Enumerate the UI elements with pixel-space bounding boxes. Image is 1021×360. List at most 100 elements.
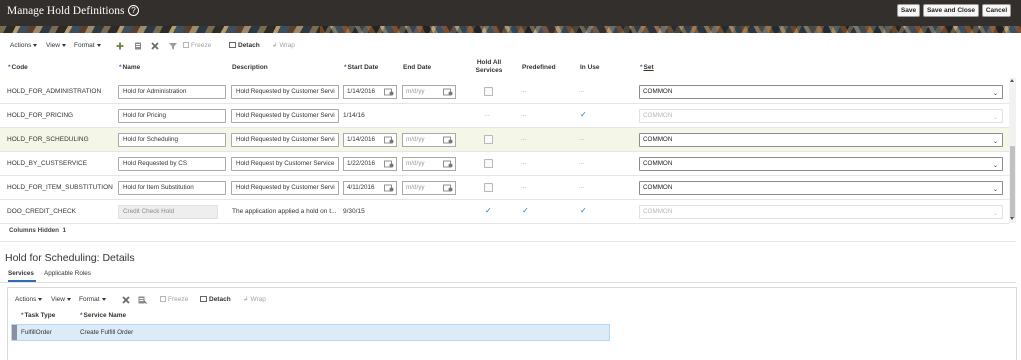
detach-label: Detach — [209, 296, 231, 303]
hold-all-services-checkbox[interactable] — [484, 159, 493, 168]
scroll-up-icon[interactable] — [1010, 79, 1014, 82]
predefined-value: ... — [521, 87, 527, 94]
save-button-label: Save — [900, 7, 917, 14]
name-field[interactable]: Hold for Item Substitution — [118, 181, 226, 195]
calendar-icon[interactable] — [443, 160, 453, 168]
description-field[interactable]: Hold Requested by Customer Servi — [231, 181, 339, 195]
description-value: The application applied a hold on t... — [232, 208, 337, 215]
description-field[interactable]: Hold Requested by Customer Servi — [231, 133, 339, 147]
chevron-down-icon: ⌄ — [992, 211, 998, 217]
end-date-field[interactable]: m/d/yy — [402, 181, 456, 195]
start-date-value: 4/11/2016 — [347, 184, 375, 191]
description-field[interactable]: Hold Request by Customer Service — [231, 157, 339, 171]
name-field[interactable]: Hold for Scheduling — [118, 133, 226, 147]
end-date-field[interactable]: m/d/yy — [402, 157, 456, 171]
tab-services[interactable]: Services — [8, 270, 34, 277]
wrap-button[interactable]: ↲ Wrap — [243, 294, 266, 306]
calendar-icon[interactable] — [443, 184, 453, 192]
table-vertical-scrollbar[interactable] — [1009, 78, 1016, 223]
hold-all-services-value: ... — [484, 111, 490, 118]
start-date-field[interactable]: 1/22/2016 — [343, 157, 397, 171]
delete-icon[interactable] — [150, 41, 160, 51]
table-row[interactable]: HOLD_FOR_PRICING Hold for Pricing Hold R… — [0, 104, 1009, 128]
set-select[interactable]: COMMON ⌄ — [639, 157, 1003, 171]
detach-button[interactable]: Detach — [200, 294, 231, 306]
column-header-task-type[interactable]: *Task Type — [21, 312, 55, 319]
save-button[interactable]: Save — [897, 4, 920, 17]
view-menu-label: View — [51, 296, 65, 303]
calendar-icon[interactable] — [443, 88, 453, 96]
table-row[interactable]: DOO_CREDIT_CHECK Credit Check Hold The a… — [0, 200, 1009, 224]
column-header-end-date-label: End Date — [403, 64, 432, 71]
table-row[interactable]: HOLD_FOR_ITEM_SUBSTITUTION Hold for Item… — [0, 176, 1009, 200]
name-field[interactable]: Hold for Administration — [118, 85, 226, 99]
column-header-hold-all-line2: Services — [475, 67, 503, 74]
end-date-field[interactable]: m/d/yy — [402, 133, 456, 147]
scrollbar-thumb[interactable] — [1010, 146, 1015, 218]
in-use-check-icon: ✓ — [580, 206, 587, 215]
table-row[interactable]: HOLD_FOR_ADMINISTRATION Hold for Adminis… — [0, 80, 1009, 104]
code-cell: HOLD_FOR_ITEM_SUBSTITUTION — [7, 184, 113, 191]
calendar-icon[interactable] — [384, 136, 394, 144]
detach-button[interactable]: Detach — [229, 40, 260, 52]
calendar-icon[interactable] — [384, 88, 394, 96]
calendar-icon[interactable] — [384, 160, 394, 168]
set-select[interactable]: COMMON ⌄ — [639, 181, 1003, 195]
set-select[interactable]: COMMON ⌄ — [639, 133, 1003, 147]
description-field[interactable]: Hold Requested by Customer Servi — [231, 85, 339, 99]
hold-all-services-checkbox[interactable] — [484, 87, 493, 96]
column-header-description-label: Description — [232, 64, 268, 71]
set-select[interactable]: COMMON ⌄ — [639, 85, 1003, 99]
end-date-placeholder: m/d/yy — [406, 184, 425, 191]
chevron-down-icon: ⌄ — [992, 115, 998, 121]
table-row-selected[interactable]: FulfillOrder Create Fulfill Order — [11, 324, 610, 341]
save-and-close-button[interactable]: Save and Close — [923, 4, 979, 17]
column-header-predefined-label: Predefined — [522, 64, 556, 71]
start-date-field[interactable]: 4/11/2016 — [343, 181, 397, 195]
predefined-value: ... — [521, 159, 527, 166]
page-header: Manage Hold Definitions ? Save Save and … — [0, 0, 1021, 33]
filter-icon[interactable] — [168, 41, 178, 51]
duplicate-icon[interactable] — [133, 41, 143, 51]
hold-all-services-checkbox[interactable] — [484, 183, 493, 192]
description-field[interactable]: Hold Requested by Customer Servi — [231, 109, 339, 123]
start-date-value: 9/30/15 — [343, 208, 365, 215]
column-header-task-type-label: Task Type — [24, 312, 56, 319]
predefined-value: ... — [521, 135, 527, 142]
detach-label: Detach — [238, 42, 260, 49]
hold-all-services-checkbox[interactable] — [484, 135, 493, 144]
column-header-service-name[interactable]: *Service Name — [80, 312, 126, 319]
add-icon[interactable] — [115, 41, 125, 51]
start-date-value: 1/14/16 — [343, 112, 365, 119]
freeze-button[interactable]: Freeze — [160, 294, 188, 306]
start-date-field[interactable]: 1/14/2016 — [343, 133, 397, 147]
format-menu[interactable]: Format — [74, 40, 101, 52]
predefined-check-icon: ✓ — [522, 206, 529, 215]
cancel-button-label: Cancel — [985, 7, 1008, 14]
delete-icon[interactable] — [121, 295, 131, 305]
scroll-down-icon[interactable] — [1010, 217, 1014, 220]
wrap-label: Wrap — [250, 296, 266, 303]
name-field[interactable]: Hold Requested by CS — [118, 157, 226, 171]
table-row-selected[interactable]: HOLD_FOR_SCHEDULING Hold for Scheduling … — [0, 128, 1009, 152]
actions-menu[interactable]: Actions — [10, 40, 38, 52]
table-row[interactable]: HOLD_BY_CUSTSERVICE Hold Requested by CS… — [0, 152, 1009, 176]
calendar-icon[interactable] — [384, 184, 394, 192]
column-header-start-date-label: Start Date — [347, 64, 379, 71]
divider — [0, 241, 1016, 242]
export-icon[interactable] — [137, 295, 147, 305]
cancel-button[interactable]: Cancel — [982, 4, 1011, 17]
view-menu[interactable]: View — [51, 294, 71, 306]
name-field[interactable]: Hold for Pricing — [118, 109, 226, 123]
end-date-field[interactable]: m/d/yy — [402, 85, 456, 99]
view-menu[interactable]: View — [46, 40, 66, 52]
help-icon[interactable]: ? — [128, 5, 139, 16]
format-menu[interactable]: Format — [79, 294, 106, 306]
start-date-field[interactable]: 1/14/2016 — [343, 85, 397, 99]
wrap-button[interactable]: ↲ Wrap — [272, 40, 295, 52]
actions-menu[interactable]: Actions — [15, 294, 43, 306]
calendar-icon[interactable] — [443, 136, 453, 144]
tab-applicable-roles[interactable]: Applicable Roles — [44, 270, 91, 277]
chevron-down-icon — [38, 297, 43, 301]
freeze-button[interactable]: Freeze — [183, 40, 211, 52]
